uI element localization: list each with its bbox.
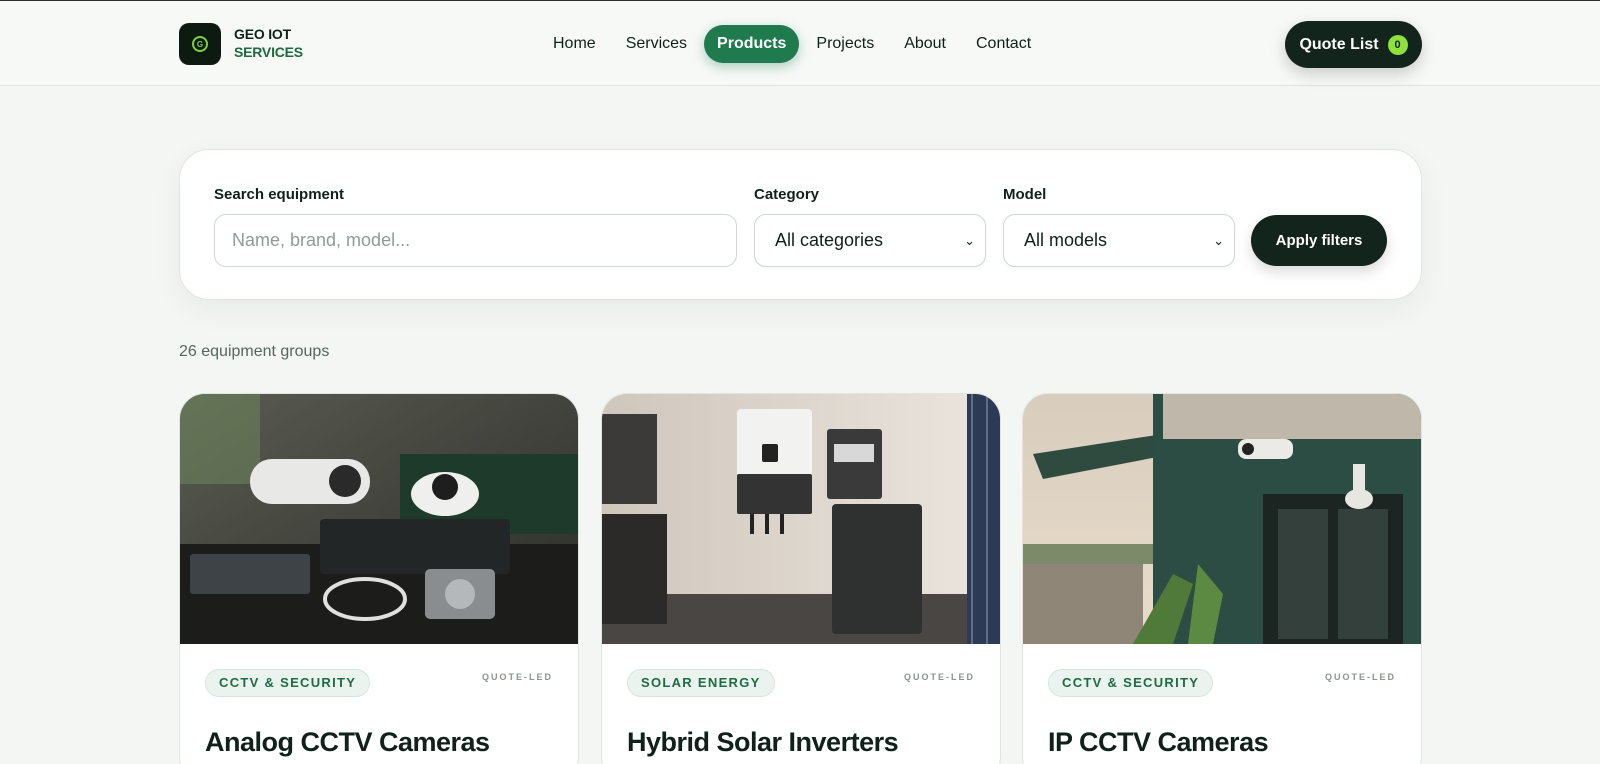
quote-list-label: Quote List [1299, 35, 1379, 53]
search-input[interactable]: Name, brand, model... [214, 214, 737, 267]
nav-home[interactable]: Home [540, 25, 609, 63]
search-label: Search equipment [214, 186, 345, 203]
cctv-equipment-photo [180, 394, 578, 644]
card-title[interactable]: Hybrid Solar Inverters [627, 727, 899, 758]
quote-led-label: QUOTE-LED [482, 672, 553, 682]
quote-count-badge: 0 [1387, 34, 1408, 55]
card-title[interactable]: Analog CCTV Cameras [205, 727, 490, 758]
category-tag: CCTV & SECURITY [1048, 669, 1214, 697]
category-tag: SOLAR ENERGY [627, 669, 775, 697]
nav-contact[interactable]: Contact [963, 25, 1044, 63]
category-tag: CCTV & SECURITY [205, 669, 371, 697]
card-title[interactable]: IP CCTV Cameras [1048, 727, 1269, 758]
model-label: Model [1003, 186, 1047, 203]
logo-mark: G [192, 36, 208, 52]
site-header: G GEO IOT SERVICES Home Services Product… [0, 1, 1600, 86]
product-card[interactable]: SOLAR ENERGY QUOTE-LED Hybrid Solar Inve… [601, 393, 1001, 764]
nav-about[interactable]: About [891, 25, 959, 63]
model-select[interactable]: All models ⌄ [1003, 214, 1235, 267]
nav-services[interactable]: Services [613, 25, 700, 63]
category-select[interactable]: All categories ⌄ [754, 214, 986, 267]
chevron-down-icon: ⌄ [964, 233, 975, 248]
main-nav: Home Services Products Projects About Co… [540, 25, 1044, 63]
results-count: 26 equipment groups [179, 343, 330, 360]
category-label: Category [754, 186, 820, 203]
model-value: All models [1024, 230, 1108, 250]
solar-inverter-photo [602, 394, 1000, 644]
logo-icon[interactable]: G [179, 23, 221, 65]
brand-line-1: GEO IOT [234, 26, 291, 42]
filter-panel: Search equipment Name, brand, model... C… [179, 149, 1422, 300]
quote-led-label: QUOTE-LED [904, 672, 975, 682]
product-card[interactable]: CCTV & SECURITY QUOTE-LED Analog CCTV Ca… [179, 393, 579, 764]
chevron-down-icon: ⌄ [1213, 233, 1224, 248]
ip-camera-building-photo [1023, 394, 1421, 644]
brand-name[interactable]: GEO IOT SERVICES [234, 25, 303, 61]
brand-line-2: SERVICES [234, 44, 303, 60]
quote-list-button[interactable]: Quote List 0 [1285, 21, 1422, 68]
product-card[interactable]: CCTV & SECURITY QUOTE-LED IP CCTV Camera… [1022, 393, 1422, 764]
nav-products[interactable]: Products [704, 25, 800, 63]
nav-projects[interactable]: Projects [803, 25, 887, 63]
quote-led-label: QUOTE-LED [1325, 672, 1396, 682]
apply-filters-button[interactable]: Apply filters [1251, 215, 1387, 266]
category-value: All categories [775, 230, 884, 250]
